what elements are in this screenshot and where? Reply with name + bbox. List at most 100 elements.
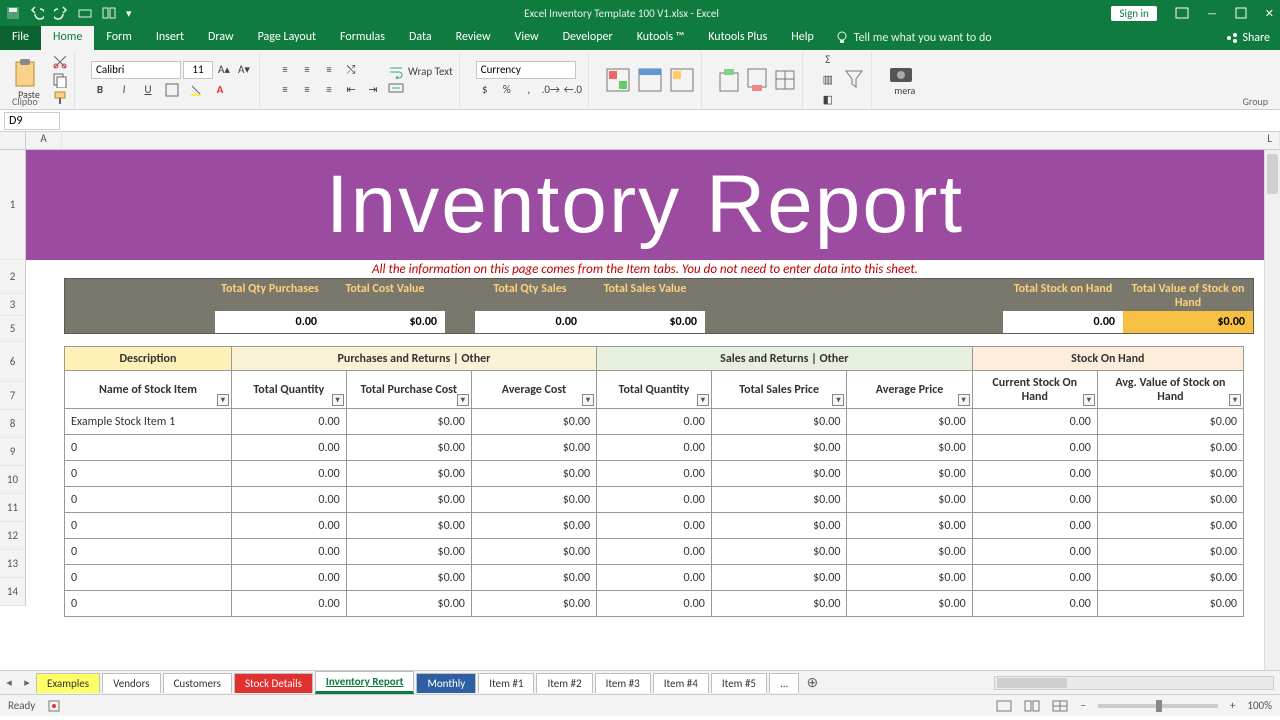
- cell[interactable]: 0.00: [972, 487, 1097, 513]
- decrease-font-icon[interactable]: A▾: [235, 61, 253, 79]
- format-as-table-icon[interactable]: [637, 67, 663, 93]
- tab-insert[interactable]: Insert: [144, 26, 196, 50]
- row-headers[interactable]: 1 2 3 5 6 7 8 9 10 11 12 13 14: [0, 150, 26, 606]
- cell[interactable]: 0.00: [972, 435, 1097, 461]
- cell[interactable]: 0: [65, 565, 232, 591]
- tab-nav-prev[interactable]: ◂: [0, 676, 18, 689]
- sheet-tab-item-4[interactable]: Item #4: [653, 673, 709, 693]
- align-bottom-icon[interactable]: ≡: [320, 61, 338, 79]
- cell[interactable]: 0.00: [597, 487, 712, 513]
- align-top-icon[interactable]: ≡: [276, 61, 294, 79]
- font-size-select[interactable]: [183, 61, 213, 79]
- cell[interactable]: 0.00: [597, 435, 712, 461]
- worksheet[interactable]: A L 1 2 3 5 6 7 8 9 10 11 12 13 14 Inven…: [0, 132, 1280, 670]
- wrap-text-label[interactable]: Wrap Text: [408, 65, 453, 78]
- align-center-icon[interactable]: ≡: [298, 81, 316, 99]
- cell[interactable]: $0.00: [847, 591, 972, 617]
- cell[interactable]: $0.00: [711, 513, 847, 539]
- cell[interactable]: $0.00: [471, 487, 596, 513]
- sheet-tab-inventory-report[interactable]: Inventory Report: [315, 671, 415, 694]
- filter-icon[interactable]: ▾: [457, 394, 469, 406]
- sheet-tab-vendors[interactable]: Vendors: [102, 673, 160, 693]
- cell[interactable]: 0.00: [972, 591, 1097, 617]
- tab-data[interactable]: Data: [397, 26, 444, 50]
- decrease-decimal-icon[interactable]: ←.0: [564, 81, 582, 99]
- cell[interactable]: $0.00: [1097, 435, 1243, 461]
- qat-icon-1[interactable]: [78, 6, 92, 20]
- maximize-icon[interactable]: [1235, 7, 1247, 19]
- row-8[interactable]: 8: [0, 410, 26, 438]
- cell[interactable]: $0.00: [847, 539, 972, 565]
- cell[interactable]: 0.00: [597, 513, 712, 539]
- vertical-scrollbar[interactable]: [1264, 150, 1280, 670]
- inventory-table[interactable]: Description Purchases and Returns | Othe…: [64, 346, 1244, 617]
- table-row[interactable]: 00.00$0.00$0.000.00$0.00$0.000.00$0.00: [65, 435, 1244, 461]
- comma-format-icon[interactable]: ,: [520, 81, 538, 99]
- qat-icon-2[interactable]: [102, 6, 116, 20]
- tab-draw[interactable]: Draw: [196, 26, 246, 50]
- cell[interactable]: $0.00: [346, 461, 471, 487]
- cell[interactable]: $0.00: [346, 487, 471, 513]
- sheet-tab-item-2[interactable]: Item #2: [536, 673, 592, 693]
- cell[interactable]: 0.00: [972, 565, 1097, 591]
- cell[interactable]: 0.00: [597, 565, 712, 591]
- merge-center-icon[interactable]: [388, 81, 404, 95]
- cell[interactable]: 0.00: [597, 461, 712, 487]
- cell[interactable]: $0.00: [711, 487, 847, 513]
- filter-icon[interactable]: ▾: [832, 394, 844, 406]
- cell[interactable]: $0.00: [471, 409, 596, 435]
- filter-icon[interactable]: ▾: [582, 394, 594, 406]
- cell[interactable]: $0.00: [1097, 461, 1243, 487]
- row-12[interactable]: 12: [0, 522, 26, 550]
- tab-kutools[interactable]: Kutools ™: [625, 26, 697, 50]
- table-row[interactable]: 00.00$0.00$0.000.00$0.00$0.000.00$0.00: [65, 539, 1244, 565]
- cell[interactable]: 0: [65, 487, 232, 513]
- tab-formulas[interactable]: Formulas: [328, 26, 397, 50]
- cell[interactable]: 0.00: [231, 487, 346, 513]
- name-box[interactable]: [4, 112, 60, 130]
- cell[interactable]: $0.00: [1097, 513, 1243, 539]
- cell[interactable]: $0.00: [1097, 487, 1243, 513]
- sort-filter-icon[interactable]: [843, 67, 865, 93]
- row-3[interactable]: 3: [0, 294, 26, 316]
- table-row[interactable]: 00.00$0.00$0.000.00$0.00$0.000.00$0.00: [65, 461, 1244, 487]
- row-2[interactable]: 2: [0, 260, 26, 294]
- filter-icon[interactable]: ▾: [958, 394, 970, 406]
- cell[interactable]: $0.00: [1097, 565, 1243, 591]
- cell[interactable]: 0.00: [231, 591, 346, 617]
- sheet-tab-customers[interactable]: Customers: [163, 673, 232, 693]
- cell[interactable]: 0.00: [231, 409, 346, 435]
- cell[interactable]: $0.00: [711, 409, 847, 435]
- ribbon-display-icon[interactable]: [1175, 7, 1189, 19]
- underline-icon[interactable]: U: [139, 81, 157, 99]
- percent-format-icon[interactable]: %: [498, 81, 516, 99]
- fill-icon[interactable]: ▥: [819, 71, 837, 89]
- undo-icon[interactable]: [30, 6, 44, 20]
- sheet-tab-item-5[interactable]: Item #5: [711, 673, 767, 693]
- cell[interactable]: 0.00: [231, 435, 346, 461]
- italic-icon[interactable]: I: [115, 81, 133, 99]
- cell[interactable]: 0: [65, 539, 232, 565]
- cell[interactable]: 0.00: [972, 513, 1097, 539]
- signin-button[interactable]: Sign in: [1111, 6, 1156, 21]
- table-row[interactable]: 00.00$0.00$0.000.00$0.00$0.000.00$0.00: [65, 513, 1244, 539]
- cell[interactable]: $0.00: [471, 539, 596, 565]
- column-headers[interactable]: A L: [0, 132, 1280, 150]
- increase-decimal-icon[interactable]: .0→: [542, 81, 560, 99]
- row-1[interactable]: 1: [0, 150, 26, 260]
- cell[interactable]: 0.00: [597, 539, 712, 565]
- cell[interactable]: $0.00: [346, 565, 471, 591]
- sheet-tab-stock-details[interactable]: Stock Details: [234, 673, 313, 693]
- cell[interactable]: $0.00: [1097, 539, 1243, 565]
- tab-developer[interactable]: Developer: [551, 26, 625, 50]
- minimize-icon[interactable]: —: [1207, 7, 1217, 20]
- tab-kutools-plus[interactable]: Kutools Plus: [696, 26, 779, 50]
- cell[interactable]: $0.00: [711, 539, 847, 565]
- font-color-icon[interactable]: A: [211, 81, 229, 99]
- cell[interactable]: $0.00: [847, 487, 972, 513]
- row-7[interactable]: 7: [0, 382, 26, 410]
- cell[interactable]: $0.00: [711, 591, 847, 617]
- orientation-icon[interactable]: ⤭: [342, 61, 360, 79]
- font-name-select[interactable]: [91, 61, 181, 79]
- cell[interactable]: $0.00: [471, 435, 596, 461]
